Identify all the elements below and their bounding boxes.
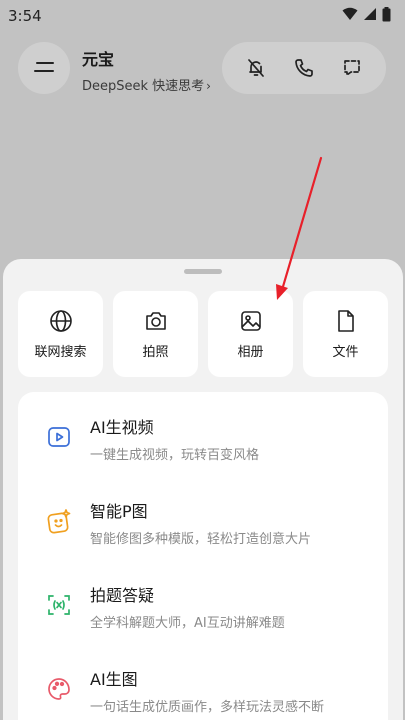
mute-button[interactable] xyxy=(240,52,272,84)
file-icon xyxy=(337,309,354,332)
feature-title: AI生图 xyxy=(90,670,138,689)
status-icons xyxy=(342,6,391,26)
status-time: 3:54 xyxy=(8,7,42,25)
feature-item-ai-video[interactable]: AI生视频 一键生成视频，玩转百变风格 xyxy=(18,414,388,498)
header-actions xyxy=(222,42,386,94)
wifi-icon xyxy=(342,7,358,25)
new-chat-button[interactable] xyxy=(336,52,368,84)
menu-icon xyxy=(34,59,54,78)
feature-list: AI生视频 一键生成视频，玩转百变风格 智能P图 智能修图多种模版，轻松打造创意… xyxy=(18,392,388,720)
quick-action-file[interactable]: 文件 xyxy=(303,291,388,377)
image-icon xyxy=(240,310,261,331)
feature-description: 全学科解题大师，AI互动讲解难题 xyxy=(90,616,285,631)
feature-item-photo-question[interactable]: 拍题答疑 全学科解题大师，AI互动讲解难题 xyxy=(18,582,388,666)
quick-action-camera[interactable]: 拍照 xyxy=(113,291,198,377)
phone-icon xyxy=(295,59,313,77)
menu-button[interactable] xyxy=(18,42,70,94)
palette-icon xyxy=(46,676,72,702)
quick-action-label: 文件 xyxy=(332,344,359,360)
model-name: DeepSeek 快速思考 xyxy=(82,79,205,94)
quick-action-label: 相册 xyxy=(237,344,264,360)
globe-icon xyxy=(49,309,72,332)
feature-title: 智能P图 xyxy=(90,502,148,521)
video-play-icon xyxy=(46,424,72,450)
quick-action-label: 联网搜索 xyxy=(34,344,87,360)
feature-title: 拍题答疑 xyxy=(90,586,155,605)
scan-formula-icon xyxy=(46,592,72,618)
feature-description: 智能修图多种模版，轻松打造创意大片 xyxy=(90,532,312,547)
assistant-name: 元宝 xyxy=(82,50,115,69)
quick-action-label: 拍照 xyxy=(142,344,169,360)
feature-item-smart-photo-edit[interactable]: 智能P图 智能修图多种模版，轻松打造创意大片 xyxy=(18,498,388,582)
feature-title: AI生视频 xyxy=(90,418,154,437)
model-selector[interactable]: DeepSeek 快速思考 › xyxy=(82,75,211,94)
quick-actions-row: 联网搜索 拍照 相册 文件 xyxy=(18,291,388,377)
feature-description: 一句话生成优质画作，多样玩法灵感不断 xyxy=(90,700,325,715)
battery-icon xyxy=(382,6,391,26)
mute-icon xyxy=(248,59,264,77)
signal-icon xyxy=(363,7,377,25)
chat-bubble-icon xyxy=(344,60,360,76)
photo-edit-icon xyxy=(46,508,72,534)
assistant-title-block[interactable]: 元宝 DeepSeek 快速思考 › xyxy=(82,46,211,94)
camera-icon xyxy=(145,311,166,330)
chevron-right-icon: › xyxy=(206,79,211,93)
quick-action-web-search[interactable]: 联网搜索 xyxy=(18,291,103,377)
sheet-drag-handle[interactable] xyxy=(184,269,222,274)
quick-action-album[interactable]: 相册 xyxy=(208,291,293,377)
feature-description: 一键生成视频，玩转百变风格 xyxy=(90,448,260,463)
feature-item-ai-image[interactable]: AI生图 一句话生成优质画作，多样玩法灵感不断 xyxy=(18,666,388,720)
chat-header: 元宝 DeepSeek 快速思考 › xyxy=(0,40,405,100)
call-button[interactable] xyxy=(288,52,320,84)
status-bar: 3:54 xyxy=(0,0,405,32)
attachment-sheet: 联网搜索 拍照 相册 文件 AI生视频 一键生成视频，玩转百变风格 智能P图 智… xyxy=(3,259,403,720)
